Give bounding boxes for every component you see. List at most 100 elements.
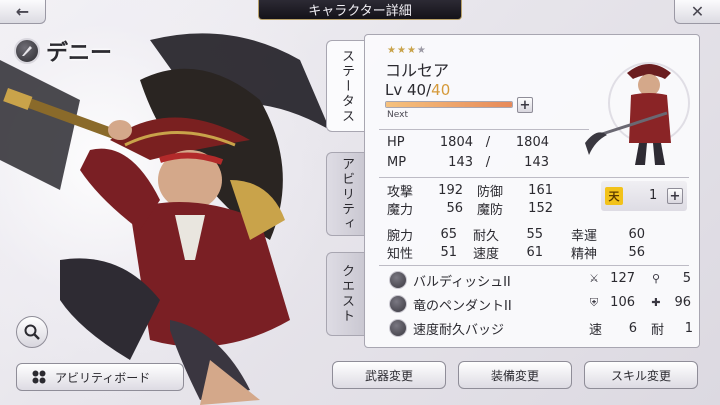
star-icon: ★ — [416, 45, 427, 56]
mp-max: 143 — [524, 155, 549, 170]
wand-icon: ⚲ — [651, 272, 661, 285]
rarity-stars: ★★★★ — [387, 45, 427, 56]
plus-icon: + — [519, 97, 531, 113]
level-max: 40 — [431, 81, 451, 99]
mp-separator: / — [485, 155, 491, 170]
rank-up-button[interactable]: + — [667, 188, 683, 204]
ability-board-label: アビリティボード — [55, 370, 151, 385]
skill-change-label: スキル変更 — [610, 368, 671, 383]
back-button[interactable]: ← — [0, 0, 46, 24]
mp-current: 143 — [448, 155, 473, 170]
hp-max: 1804 — [515, 135, 549, 150]
stats-row-3: 腕力 65 耐久 55 幸運 60 — [387, 225, 645, 244]
defense-value: 161 — [528, 183, 553, 198]
divider — [379, 177, 689, 178]
zoom-button[interactable] — [16, 316, 48, 348]
equip-change-button[interactable]: 装備変更 — [458, 361, 572, 389]
rank-box: 天 1 + — [601, 181, 687, 211]
equip-weapon[interactable]: バルディッシュII — [389, 269, 511, 291]
level-display: Lv 40/40 — [385, 81, 450, 99]
star-icon: ★ — [406, 45, 417, 56]
hp-label: HP — [387, 135, 405, 150]
back-arrow-icon: ← — [15, 2, 30, 21]
attack-value: 192 — [438, 183, 463, 198]
luck-value: 60 — [628, 227, 645, 242]
badge-endurance-label: 耐 — [651, 323, 665, 338]
hp-current: 1804 — [439, 135, 473, 150]
top-bar: ← キャラクター詳細 ✕ — [0, 0, 720, 26]
star-icon: ★ — [396, 45, 407, 56]
magic-defense-value: 152 — [528, 201, 553, 216]
weapon-type-icon — [14, 38, 40, 64]
speed-label: 速度 — [473, 247, 500, 262]
weapon-change-label: 武器変更 — [364, 368, 413, 383]
weapon-change-button[interactable]: 武器変更 — [332, 361, 446, 389]
speed-value: 61 — [526, 245, 543, 260]
strength-value: 65 — [440, 227, 457, 242]
character-sprite — [579, 43, 691, 169]
level-current: 40 — [407, 81, 427, 99]
ability-board-button[interactable]: アビリティボード — [16, 363, 184, 391]
intelligence-value: 51 — [440, 245, 457, 260]
next-label: Next — [387, 110, 408, 120]
luck-label: 幸運 — [571, 229, 598, 244]
equip-badge[interactable]: 速度耐久バッジ — [389, 317, 504, 339]
endurance-label: 耐久 — [473, 229, 500, 244]
equip-weapon-magic: 5 — [682, 271, 691, 286]
cross-icon: ✚ — [651, 296, 661, 309]
screen-title: キャラクター詳細 — [258, 0, 462, 20]
dragon-icon — [389, 295, 407, 313]
badge-endurance-value: 1 — [684, 321, 693, 336]
equip-accessory[interactable]: 竜のペンダントII — [389, 293, 512, 315]
search-icon — [24, 324, 40, 340]
equip-accessory-name: 竜のペンダントII — [413, 298, 512, 314]
tab-status[interactable]: ステータス — [326, 40, 366, 132]
intelligence-label: 知性 — [387, 247, 414, 262]
magic-defense-label: 魔防 — [477, 203, 504, 218]
spirit-label: 精神 — [571, 247, 598, 262]
job-name: コルセア — [385, 61, 450, 80]
status-panel: ★★★★ コルセア Lv 40/40 Next + HP 1804 / 1804… — [364, 34, 700, 348]
rank-icon: 天 — [605, 187, 623, 205]
shield-icon: ⛨ — [589, 295, 599, 309]
badge-icon — [389, 319, 407, 337]
mp-label: MP — [387, 155, 407, 170]
character-name: デニー — [46, 41, 113, 66]
tab-ability[interactable]: アビリティ — [326, 152, 366, 236]
level-up-button[interactable]: + — [517, 97, 533, 113]
equip-badge-name: 速度耐久バッジ — [413, 322, 505, 338]
exp-bar-fill — [386, 102, 512, 107]
equip-weapon-attack: 127 — [610, 271, 635, 286]
axe-icon — [389, 271, 407, 289]
close-button[interactable]: ✕ — [674, 0, 720, 24]
badge-speed-value: 6 — [628, 321, 637, 336]
rank-value: 1 — [649, 188, 658, 203]
defense-label: 防御 — [477, 185, 504, 200]
equip-weapon-stats: ⚔ 127 ⚲ 5 — [587, 271, 691, 286]
tab-quest-label: クエスト — [339, 264, 354, 324]
character-name-plate: デニー — [14, 36, 112, 66]
equip-change-label: 装備変更 — [490, 368, 539, 383]
star-icon: ★ — [387, 45, 397, 56]
sword-icon: ⚔ — [589, 272, 599, 285]
close-icon: ✕ — [690, 2, 705, 21]
badge-speed-label: 速 — [589, 323, 603, 338]
endurance-value: 55 — [526, 227, 543, 242]
exp-bar — [385, 101, 513, 108]
hp-row: HP 1804 / 1804 — [387, 135, 567, 150]
hp-separator: / — [485, 135, 491, 150]
mp-row: MP 143 / 143 — [387, 155, 567, 170]
spirit-value: 56 — [628, 245, 645, 260]
stats-row-2: 魔力 56 魔防 152 — [387, 199, 553, 218]
level-label: Lv — [385, 81, 403, 99]
skill-change-button[interactable]: スキル変更 — [584, 361, 698, 389]
attack-label: 攻撃 — [387, 185, 414, 200]
equip-badge-stats: 速 6 耐 1 — [589, 319, 693, 338]
magic-value: 56 — [446, 201, 463, 216]
magic-label: 魔力 — [387, 203, 414, 218]
stats-row-1: 攻撃 192 防御 161 — [387, 181, 553, 200]
stats-row-4: 知性 51 速度 61 精神 56 — [387, 243, 645, 262]
plus-icon: + — [669, 188, 681, 204]
strength-label: 腕力 — [387, 229, 414, 244]
tab-quest[interactable]: クエスト — [326, 252, 366, 336]
